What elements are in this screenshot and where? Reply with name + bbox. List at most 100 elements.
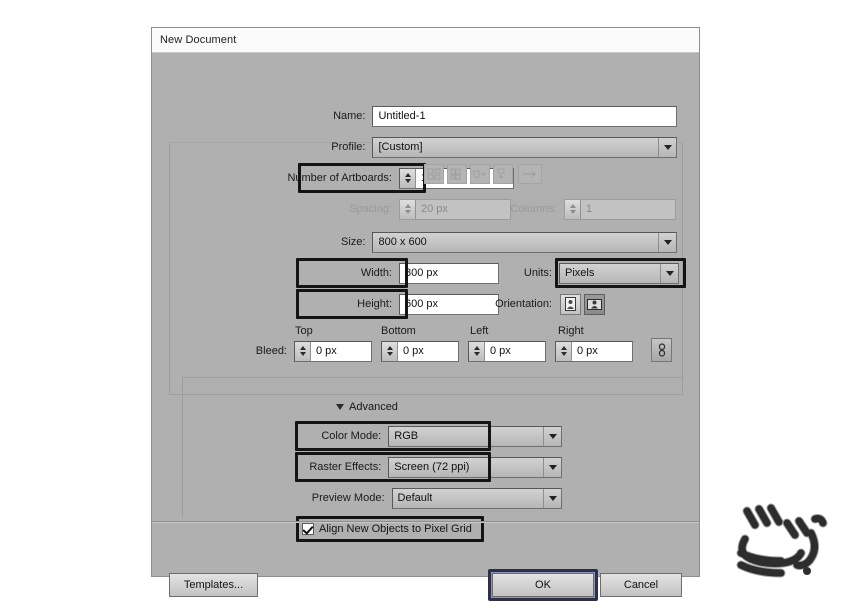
color-mode-label: Color Mode: bbox=[321, 430, 382, 442]
profile-label: Profile: bbox=[331, 141, 366, 153]
preview-mode-dropdown[interactable]: Default bbox=[391, 487, 562, 509]
profile-value: [Custom] bbox=[378, 141, 423, 153]
logo-dot bbox=[803, 567, 811, 575]
chevron-down-icon bbox=[658, 137, 676, 157]
spacing-label: Spacing: bbox=[349, 203, 392, 215]
chevron-down-icon bbox=[543, 426, 561, 446]
spacing-value: 20 px bbox=[421, 203, 448, 215]
ok-button[interactable]: OK bbox=[492, 573, 594, 597]
stepper-arrows-icon bbox=[565, 199, 581, 219]
stepper-arrows-icon bbox=[400, 199, 416, 219]
raster-effects-dropdown[interactable]: Screen (72 ppi) bbox=[388, 456, 562, 478]
size-dropdown[interactable]: 800 x 600 bbox=[372, 231, 677, 253]
artboards-label: Number of Artboards: bbox=[287, 172, 392, 184]
cancel-button[interactable]: Cancel bbox=[600, 573, 682, 597]
arrange-by-column-icon[interactable] bbox=[493, 164, 513, 184]
bleed-top-stepper[interactable]: 0 px bbox=[294, 340, 372, 362]
arrange-by-row-icon[interactable] bbox=[470, 164, 490, 184]
stepper-arrows-icon[interactable] bbox=[382, 341, 398, 361]
columns-stepper: 1 bbox=[564, 198, 676, 220]
bleed-cap-left: Left bbox=[470, 325, 489, 337]
dialog-titlebar: New Document bbox=[152, 28, 699, 53]
profile-row: Profile: [Custom] bbox=[252, 136, 677, 158]
raster-effects-row: Raster Effects: Screen (72 ppi) bbox=[222, 456, 562, 478]
columns-row: Columns: 1 bbox=[502, 198, 677, 220]
advanced-label: Advanced bbox=[349, 401, 398, 413]
units-dropdown[interactable]: Pixels bbox=[559, 262, 679, 284]
color-mode-dropdown[interactable]: RGB bbox=[388, 425, 562, 447]
preview-mode-label: Preview Mode: bbox=[311, 492, 385, 504]
bleed-cap-right: Right bbox=[558, 325, 584, 337]
chevron-down-icon bbox=[660, 263, 678, 283]
bleed-label: Bleed: bbox=[255, 345, 287, 357]
advanced-disclosure[interactable]: Advanced bbox=[336, 401, 404, 413]
preview-mode-row: Preview Mode: Default bbox=[222, 487, 562, 509]
orientation-label: Orientation: bbox=[495, 298, 552, 310]
dialog-title: New Document bbox=[160, 34, 237, 46]
dialog-body: Name: Untitled-1 Profile: [Custom] Numbe… bbox=[152, 53, 699, 601]
orientation-landscape-button[interactable] bbox=[584, 293, 605, 315]
templates-button[interactable]: Templates... bbox=[169, 573, 258, 597]
width-label: Width: bbox=[360, 267, 392, 279]
profile-dropdown[interactable]: [Custom] bbox=[372, 136, 677, 158]
name-row: Name: Untitled-1 bbox=[252, 105, 677, 127]
color-mode-value: RGB bbox=[394, 430, 419, 442]
spacing-row: Spacing: 20 px bbox=[252, 198, 512, 220]
columns-label: Columns: bbox=[510, 203, 557, 215]
size-row: Size: 800 x 600 bbox=[252, 231, 677, 253]
footer-divider bbox=[152, 521, 699, 523]
bleed-left-value: 0 px bbox=[490, 345, 511, 357]
screen: New Document Name: Untitled-1 Profile: [… bbox=[0, 0, 850, 602]
bleed-cap-top: Top bbox=[295, 325, 313, 337]
orientation-portrait-button[interactable] bbox=[560, 293, 581, 315]
size-label: Size: bbox=[341, 236, 366, 248]
grid-by-row-icon[interactable] bbox=[424, 164, 444, 184]
bleed-bottom-value: 0 px bbox=[403, 345, 424, 357]
stepper-arrows-icon[interactable] bbox=[469, 341, 485, 361]
bleed-row: Bleed: 0 px 0 px 0 px 0 px bbox=[227, 340, 677, 362]
preview-mode-value: Default bbox=[397, 492, 433, 504]
chain-link-icon bbox=[658, 343, 665, 357]
new-document-dialog: New Document Name: Untitled-1 Profile: [… bbox=[151, 27, 700, 601]
watermark-logo bbox=[723, 495, 831, 583]
name-input[interactable]: Untitled-1 bbox=[372, 105, 677, 127]
width-row: Width: 800 px bbox=[252, 262, 502, 284]
bleed-cap-bottom: Bottom bbox=[381, 325, 416, 337]
raster-effects-label: Raster Effects: bbox=[309, 461, 382, 473]
chevron-down-icon bbox=[658, 232, 676, 252]
artboard-arrangement-group bbox=[424, 164, 513, 184]
bleed-right-value: 0 px bbox=[577, 345, 598, 357]
persian-calligraphy-logo-icon bbox=[736, 503, 828, 578]
chevron-down-icon bbox=[543, 457, 561, 477]
bleed-link-button[interactable] bbox=[651, 338, 672, 362]
chevron-down-icon bbox=[543, 488, 561, 508]
width-input[interactable]: 800 px bbox=[399, 262, 499, 284]
change-to-right-to-left-layout-button[interactable] bbox=[518, 164, 542, 184]
name-label: Name: bbox=[333, 110, 366, 122]
bleed-top-value: 0 px bbox=[316, 345, 337, 357]
stepper-arrows-icon[interactable] bbox=[295, 341, 311, 361]
color-mode-row: Color Mode: RGB bbox=[222, 425, 562, 447]
columns-value: 1 bbox=[586, 203, 593, 215]
units-label: Units: bbox=[523, 267, 552, 279]
rtl-layout-icon bbox=[518, 164, 542, 184]
orientation-buttons bbox=[560, 293, 605, 315]
grid-by-column-icon[interactable] bbox=[447, 164, 467, 184]
align-pixel-grid-checkbox[interactable] bbox=[302, 523, 314, 535]
bleed-left-stepper[interactable]: 0 px bbox=[468, 340, 546, 362]
stepper-arrows-icon[interactable] bbox=[400, 168, 416, 188]
height-label: Height: bbox=[357, 298, 392, 310]
bleed-right-stepper[interactable]: 0 px bbox=[555, 340, 633, 362]
units-value: Pixels bbox=[565, 267, 595, 279]
align-pixel-grid-label: Align New Objects to Pixel Grid bbox=[319, 523, 472, 535]
stepper-arrows-icon[interactable] bbox=[556, 341, 572, 361]
triangle-down-icon bbox=[336, 404, 344, 410]
bleed-bottom-stepper[interactable]: 0 px bbox=[381, 340, 459, 362]
align-pixel-grid-row[interactable]: Align New Objects to Pixel Grid bbox=[302, 523, 472, 535]
height-row: Height: 600 px bbox=[252, 293, 502, 315]
orientation-row: Orientation: bbox=[482, 293, 682, 315]
size-value: 800 x 600 bbox=[378, 236, 427, 248]
raster-effects-value: Screen (72 ppi) bbox=[394, 461, 470, 473]
units-row: Units: Pixels bbox=[507, 262, 682, 284]
spacing-stepper: 20 px bbox=[399, 198, 511, 220]
